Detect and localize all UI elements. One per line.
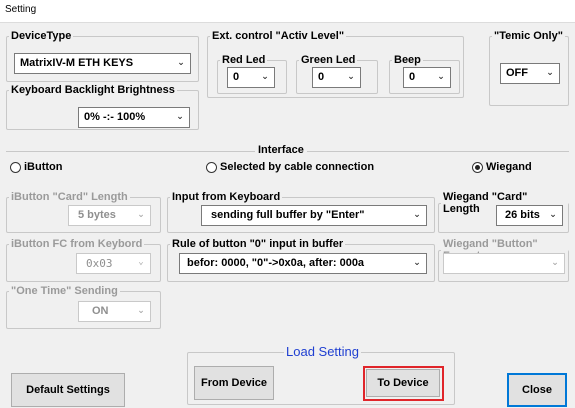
backlight-select[interactable]: 0% -:- 100% ⌄ bbox=[78, 107, 190, 128]
radio-ibutton-label: iButton bbox=[24, 161, 63, 173]
close-button[interactable]: Close bbox=[507, 373, 567, 407]
radio-selected-icon bbox=[472, 161, 483, 173]
default-settings-button[interactable]: Default Settings bbox=[11, 373, 125, 407]
ibutton-length-legend: iButton "Card" Length bbox=[11, 191, 128, 203]
backlight-value: 0% -:- 100% bbox=[84, 111, 146, 123]
one-time-select[interactable]: ON ⌄ bbox=[78, 301, 151, 322]
chevron-down-icon: ⌄ bbox=[261, 71, 269, 81]
rule-button0-select[interactable]: befor: 0000, "0"->0x0a, after: 000a ⌄ bbox=[179, 253, 427, 274]
chevron-down-icon: ⌄ bbox=[437, 71, 445, 81]
ibutton-length-select[interactable]: 5 bytes ⌄ bbox=[68, 205, 151, 226]
radio-wiegand[interactable]: Wiegand bbox=[472, 161, 532, 173]
rule-button0-value: befor: 0000, "0"->0x0a, after: 000a bbox=[187, 257, 365, 269]
radio-circle-icon bbox=[206, 161, 217, 173]
load-setting-legend: Load Setting bbox=[284, 344, 361, 359]
temic-legend: "Temic Only" bbox=[494, 30, 563, 42]
backlight-legend: Keyboard Backlight Brightness bbox=[11, 84, 175, 96]
rule-button0-legend: Rule of button "0" input in buffer bbox=[172, 238, 344, 250]
chevron-down-icon: ⌄ bbox=[413, 209, 421, 219]
wiegand-length-select[interactable]: 26 bits ⌄ bbox=[496, 205, 563, 226]
ibutton-fc-legend: iButton FC from Keybord bbox=[11, 238, 143, 250]
ibutton-fc-select[interactable]: 0x03 ⌄ bbox=[76, 253, 151, 274]
input-keyboard-legend: Input from Keyboard bbox=[172, 191, 281, 203]
chevron-down-icon: ⌄ bbox=[413, 257, 421, 267]
radio-cable-connection[interactable]: Selected by cable connection bbox=[206, 161, 374, 173]
to-device-highlight bbox=[363, 366, 444, 401]
one-time-legend: "One Time" Sending bbox=[11, 285, 118, 297]
window-title: Setting bbox=[0, 0, 575, 22]
one-time-value: ON bbox=[92, 305, 109, 317]
red-led-select[interactable]: 0 ⌄ bbox=[227, 67, 275, 88]
radio-ibutton[interactable]: iButton bbox=[10, 161, 62, 173]
red-led-legend: Red Led bbox=[222, 54, 266, 66]
radio-cable-label: Selected by cable connection bbox=[220, 161, 375, 173]
device-type-legend: DeviceType bbox=[11, 30, 72, 42]
green-led-value: 0 bbox=[318, 71, 325, 83]
interface-title: Interface bbox=[255, 144, 307, 156]
device-type-value: MatrixIV-M ETH KEYS bbox=[20, 57, 134, 69]
beep-value: 0 bbox=[409, 71, 416, 83]
wiegand-button-format-select[interactable]: ⌄ bbox=[443, 253, 565, 274]
ext-control-legend: Ext. control "Activ Level" bbox=[212, 30, 345, 42]
chevron-down-icon: ⌄ bbox=[138, 257, 144, 267]
settings-panel: DeviceType MatrixIV-M ETH KEYS ⌄ Keyboar… bbox=[0, 22, 575, 408]
beep-select[interactable]: 0 ⌄ bbox=[403, 67, 451, 88]
chevron-down-icon: ⌄ bbox=[137, 305, 145, 315]
chevron-down-icon: ⌄ bbox=[176, 111, 184, 121]
input-keyboard-select[interactable]: sending full buffer by "Enter" ⌄ bbox=[201, 205, 427, 226]
ibutton-fc-value: 0x03 bbox=[86, 257, 113, 270]
green-led-select[interactable]: 0 ⌄ bbox=[312, 67, 361, 88]
chevron-down-icon: ⌄ bbox=[551, 257, 559, 267]
chevron-down-icon: ⌄ bbox=[137, 209, 145, 219]
device-type-select[interactable]: MatrixIV-M ETH KEYS ⌄ bbox=[14, 53, 191, 74]
red-led-value: 0 bbox=[233, 71, 240, 83]
temic-select[interactable]: OFF ⌄ bbox=[500, 63, 560, 84]
wiegand-length-value: 26 bits bbox=[505, 209, 540, 221]
input-keyboard-value: sending full buffer by "Enter" bbox=[211, 209, 365, 221]
chevron-down-icon: ⌄ bbox=[549, 209, 557, 219]
radio-circle-icon bbox=[10, 161, 21, 173]
radio-wiegand-label: Wiegand bbox=[486, 161, 532, 173]
load-setting-label: Load Setting bbox=[286, 344, 360, 359]
chevron-down-icon: ⌄ bbox=[347, 71, 355, 81]
chevron-down-icon: ⌄ bbox=[177, 57, 185, 67]
beep-legend: Beep bbox=[394, 54, 421, 66]
temic-value: OFF bbox=[506, 67, 528, 79]
ibutton-length-value: 5 bytes bbox=[78, 209, 116, 221]
green-led-legend: Green Led bbox=[301, 54, 356, 66]
from-device-button[interactable]: From Device bbox=[194, 366, 274, 400]
chevron-down-icon: ⌄ bbox=[546, 67, 554, 77]
